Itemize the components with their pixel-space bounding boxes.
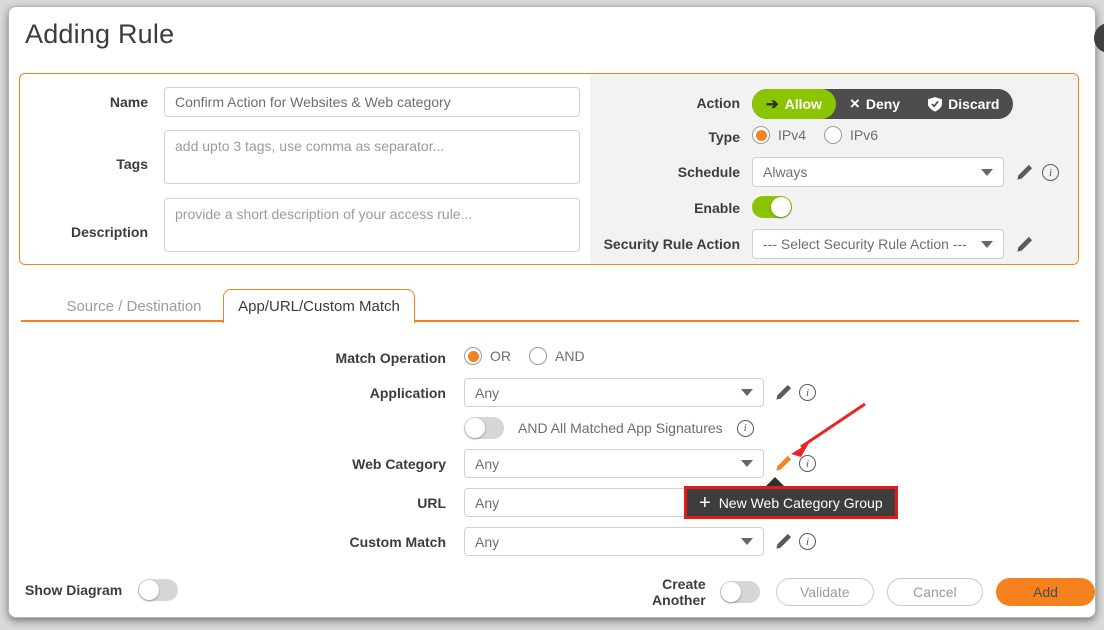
schedule-dropdown[interactable]: Always xyxy=(752,157,1004,187)
chevron-down-icon xyxy=(981,241,993,248)
chevron-down-icon xyxy=(981,169,993,176)
name-input[interactable] xyxy=(164,87,580,117)
action-label: Action xyxy=(580,95,740,111)
close-button[interactable]: × xyxy=(1094,23,1104,53)
match-operation-label: Match Operation xyxy=(266,350,446,366)
custom-match-dropdown[interactable]: Any xyxy=(464,527,764,556)
custom-match-edit-pencil-icon[interactable] xyxy=(774,532,793,551)
ipv6-radio[interactable] xyxy=(824,126,842,144)
custom-match-value: Any xyxy=(475,534,733,550)
security-rule-action-dropdown[interactable]: --- Select Security Rule Action --- xyxy=(752,229,1004,259)
application-dropdown[interactable]: Any xyxy=(464,378,764,407)
tags-label: Tags xyxy=(20,156,148,172)
application-label: Application xyxy=(266,385,446,401)
new-web-category-group-button[interactable]: + New Web Category Group xyxy=(684,486,898,519)
type-label: Type xyxy=(580,129,740,145)
ipv6-label: IPv6 xyxy=(850,127,878,143)
application-value: Any xyxy=(475,385,733,401)
chevron-down-icon xyxy=(741,460,753,467)
and-radio[interactable] xyxy=(529,347,547,365)
web-category-label: Web Category xyxy=(266,456,446,472)
action-option-deny[interactable]: × Deny xyxy=(836,89,914,119)
enable-toggle[interactable] xyxy=(752,196,792,218)
custom-match-info-icon[interactable]: i xyxy=(799,533,816,550)
plus-icon: + xyxy=(699,493,711,513)
deny-x-icon: × xyxy=(850,94,860,114)
chevron-down-icon xyxy=(741,538,753,545)
application-info-icon[interactable]: i xyxy=(799,384,816,401)
and-label: AND xyxy=(555,348,585,364)
schedule-value: Always xyxy=(763,164,973,180)
url-label: URL xyxy=(266,495,446,511)
custom-match-label: Custom Match xyxy=(266,534,446,550)
discard-shield-icon xyxy=(928,97,942,112)
general-section: Name Tags Description Action ➔ Allow × D… xyxy=(19,73,1079,265)
ipv4-label: IPv4 xyxy=(778,127,806,143)
annotation-arrow xyxy=(779,399,874,461)
schedule-info-icon[interactable]: i xyxy=(1042,164,1059,181)
security-rule-action-label: Security Rule Action xyxy=(560,236,740,252)
action-segmented-control: ➔ Allow × Deny Discard xyxy=(752,89,1013,119)
new-web-category-group-label: New Web Category Group xyxy=(719,495,883,511)
web-category-value: Any xyxy=(475,456,733,472)
security-rule-action-value: --- Select Security Rule Action --- xyxy=(763,236,973,252)
tags-input[interactable] xyxy=(164,130,580,184)
application-edit-pencil-icon[interactable] xyxy=(774,383,793,402)
validate-button[interactable]: Validate xyxy=(776,578,874,606)
and-all-matched-row: AND All Matched App Signatures i xyxy=(464,417,754,439)
ipv4-radio[interactable] xyxy=(752,126,770,144)
show-diagram-row: Show Diagram xyxy=(25,579,178,601)
type-radio-group: IPv4 IPv6 xyxy=(752,126,896,144)
description-label: Description xyxy=(20,224,148,240)
create-another-label: Create Another xyxy=(606,576,706,608)
web-category-dropdown[interactable]: Any xyxy=(464,449,764,478)
and-all-matched-toggle[interactable] xyxy=(464,417,504,439)
discard-label: Discard xyxy=(948,96,999,112)
and-all-matched-info-icon[interactable]: i xyxy=(737,420,754,437)
validate-label: Validate xyxy=(800,584,850,600)
security-rule-action-edit-pencil-icon[interactable] xyxy=(1015,235,1034,254)
footer-actions: Create Another Validate Cancel Add xyxy=(606,576,1095,608)
enable-label: Enable xyxy=(580,200,740,216)
show-diagram-label: Show Diagram xyxy=(25,582,122,598)
tab-source-destination-label: Source / Destination xyxy=(66,298,201,315)
action-option-discard[interactable]: Discard xyxy=(914,89,1013,119)
cancel-button[interactable]: Cancel xyxy=(887,578,983,606)
or-radio[interactable] xyxy=(464,347,482,365)
name-label: Name xyxy=(20,94,148,110)
allow-label: Allow xyxy=(785,96,822,112)
tab-app-url-custom-match[interactable]: App/URL/Custom Match xyxy=(223,289,415,323)
create-another-toggle[interactable] xyxy=(720,581,760,603)
chevron-down-icon xyxy=(741,389,753,396)
match-operation-radio-group: OR AND xyxy=(464,347,603,365)
web-category-info-icon[interactable]: i xyxy=(799,455,816,472)
schedule-label: Schedule xyxy=(580,164,740,180)
or-label: OR xyxy=(490,348,511,364)
tab-app-url-custom-match-label: App/URL/Custom Match xyxy=(238,298,400,315)
allow-arrow-icon: ➔ xyxy=(766,95,779,113)
deny-label: Deny xyxy=(866,96,900,112)
show-diagram-toggle[interactable] xyxy=(138,579,178,601)
cancel-label: Cancel xyxy=(913,584,957,600)
adding-rule-dialog: Adding Rule × Name Tags Description Acti… xyxy=(8,6,1096,618)
web-category-edit-pencil-icon[interactable] xyxy=(774,454,793,473)
tab-source-destination[interactable]: Source / Destination xyxy=(49,291,219,322)
tooltip-caret xyxy=(766,477,784,486)
description-input[interactable] xyxy=(164,198,580,252)
schedule-edit-pencil-icon[interactable] xyxy=(1015,163,1034,182)
and-all-matched-label: AND All Matched App Signatures xyxy=(518,420,723,436)
action-option-allow[interactable]: ➔ Allow xyxy=(752,89,836,119)
add-button[interactable]: Add xyxy=(996,578,1095,606)
page-title: Adding Rule xyxy=(25,19,174,50)
add-label: Add xyxy=(1033,584,1058,600)
